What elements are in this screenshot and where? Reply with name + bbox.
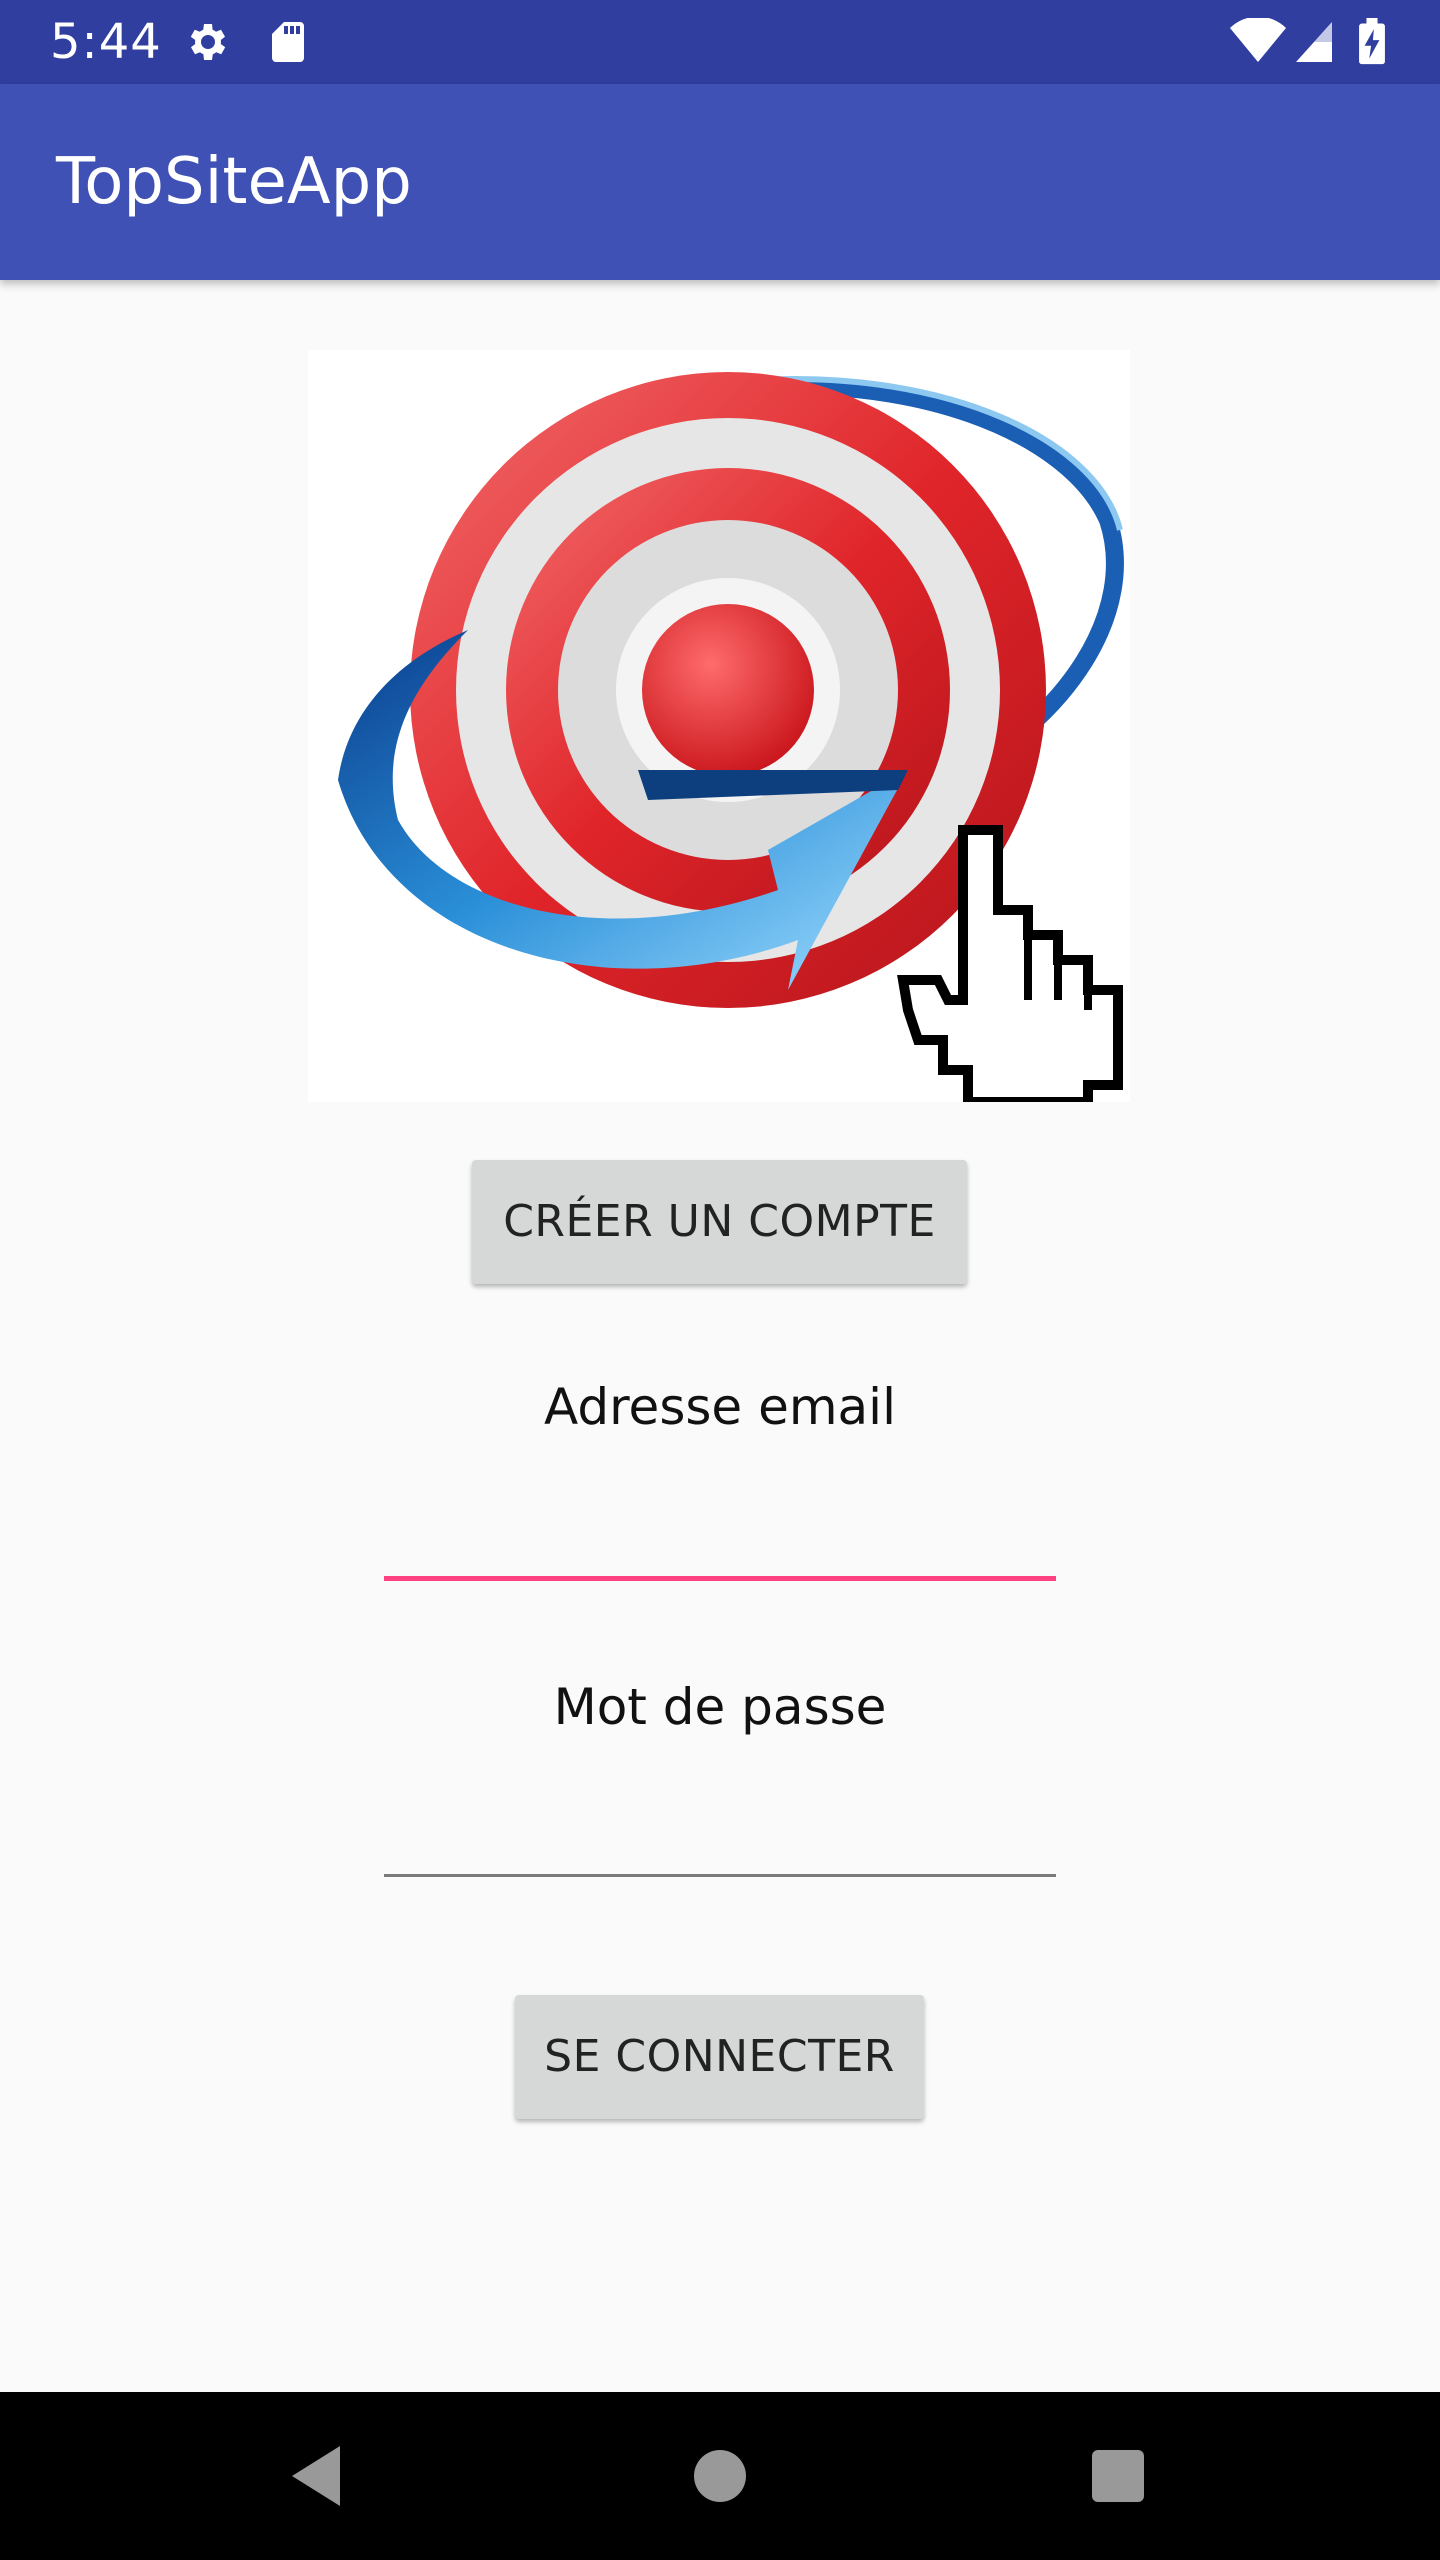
target-logo-icon <box>338 372 1124 1107</box>
create-account-button[interactable]: CRÉER UN COMPTE <box>472 1160 967 1284</box>
recents-square-icon[interactable] <box>1078 2436 1158 2516</box>
login-button[interactable]: SE CONNECTER <box>515 1995 924 2119</box>
wifi-icon <box>1230 18 1286 62</box>
home-circle-icon[interactable] <box>680 2436 760 2516</box>
email-label: Adresse email <box>544 1378 896 1436</box>
system-nav-bar <box>0 2392 1440 2560</box>
app-bar: TopSiteApp <box>0 84 1440 280</box>
battery-charging-icon <box>1359 18 1385 65</box>
password-field[interactable] <box>384 1784 1056 1877</box>
settings-gear-icon <box>190 24 226 60</box>
status-bar: 5:44 <box>0 0 1440 84</box>
status-time: 5:44 <box>50 14 162 70</box>
email-field[interactable] <box>384 1486 1056 1581</box>
app-title: TopSiteApp <box>56 145 412 219</box>
sd-card-icon <box>272 22 304 62</box>
app-logo <box>308 350 1130 1107</box>
password-label: Mot de passe <box>553 1678 887 1736</box>
cellular-signal-icon <box>1296 22 1332 62</box>
back-triangle-icon[interactable] <box>278 2436 358 2516</box>
